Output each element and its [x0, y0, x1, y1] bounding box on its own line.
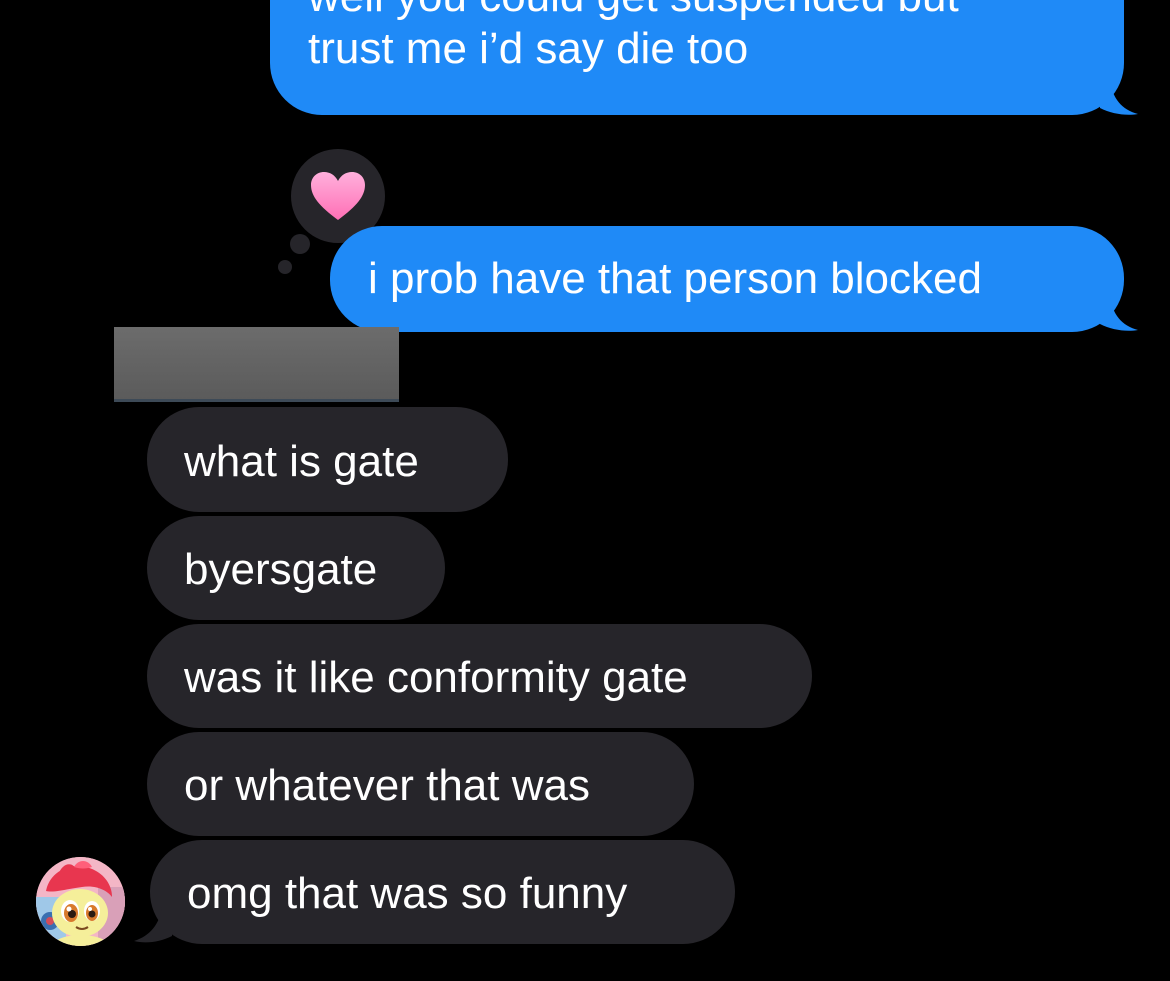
incoming-message-bubble[interactable]: omg that was so funny — [150, 840, 735, 944]
outgoing-bubble-tail — [1100, 296, 1138, 331]
redacted-sender-name — [114, 327, 399, 402]
message-text: well you could get suspended but — [308, 0, 1124, 23]
message-text: byersgate — [184, 545, 378, 594]
heart-icon — [311, 172, 365, 220]
message-text: trust me i’d say die too — [308, 24, 749, 73]
message-text: what is gate — [184, 437, 419, 486]
message-text: was it like conformity gate — [184, 653, 688, 702]
incoming-bubble-tail — [134, 906, 172, 943]
tapback-dot — [278, 260, 292, 274]
sender-avatar[interactable] — [36, 857, 125, 946]
tapback-dot — [290, 234, 310, 254]
outgoing-bubble-tail — [1100, 80, 1138, 115]
message-text: omg that was so funny — [187, 869, 628, 918]
incoming-message-bubble[interactable]: was it like conformity gate — [147, 624, 812, 728]
incoming-message-bubble[interactable]: what is gate — [147, 407, 508, 512]
message-text: or whatever that was — [184, 761, 590, 810]
outgoing-message-bubble[interactable]: i prob have that person blocked — [330, 226, 1124, 332]
incoming-message-bubble[interactable]: or whatever that was — [147, 732, 694, 836]
incoming-message-bubble[interactable]: byersgate — [147, 516, 445, 620]
message-text: i prob have that person blocked — [368, 254, 982, 303]
pony-avatar-icon — [36, 857, 125, 946]
outgoing-message-bubble[interactable]: well you could get suspended but trust m… — [270, 0, 1124, 115]
